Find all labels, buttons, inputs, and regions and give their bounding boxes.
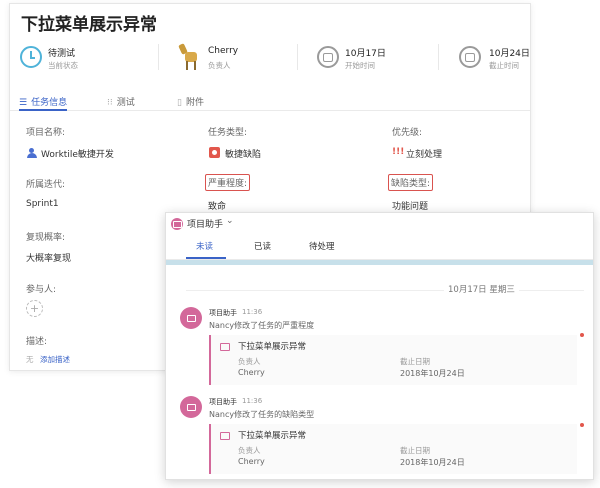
assistant-avatar xyxy=(180,396,202,418)
assignee-label: 负责人 xyxy=(208,61,231,70)
add-description-link[interactable]: 添加描述 xyxy=(40,354,70,365)
due-date-label: 截止时间 xyxy=(489,61,519,70)
card-due-label: 截止日期 xyxy=(400,446,430,455)
calendar-icon xyxy=(317,46,339,68)
calendar-check-icon xyxy=(459,46,481,68)
tab-attachments[interactable]: ▯ 附件 xyxy=(177,95,204,108)
description-label: 描述: xyxy=(26,337,48,347)
date-bar xyxy=(166,260,593,265)
card-due-label: 截止日期 xyxy=(400,357,430,366)
tabs-divider xyxy=(10,110,530,111)
status-label: 当前状态 xyxy=(48,61,78,70)
active-tab-indicator xyxy=(19,109,67,111)
start-date-value[interactable]: 10月17日 xyxy=(345,46,386,59)
mail-icon xyxy=(220,343,230,351)
project-label: 项目名称: xyxy=(26,128,66,138)
card-due-value: 2018年10月24日 xyxy=(400,458,465,467)
tab-pending[interactable]: 待处理 xyxy=(309,240,335,252)
chevron-down-icon[interactable]: ⌄ xyxy=(226,216,234,226)
assignee-name[interactable]: Cherry xyxy=(208,46,238,56)
task-card[interactable]: 下拉菜单展示异常 负责人 Cherry 截止日期 2018年10月24日 xyxy=(209,424,577,474)
project-value[interactable]: Worktile敏捷开发 xyxy=(41,147,114,160)
giraffe-avatar-icon xyxy=(178,42,204,72)
tab-read[interactable]: 已读 xyxy=(254,240,271,252)
iteration-label: 所属迭代: xyxy=(26,180,66,190)
bug-icon xyxy=(209,147,220,158)
priority-label: 优先级: xyxy=(392,128,423,138)
file-icon: ▯ xyxy=(177,98,182,108)
card-owner-label: 负责人 xyxy=(238,357,261,366)
message-sender: 项目助手 xyxy=(209,398,237,406)
task-title: 下拉菜单展示异常 xyxy=(21,15,157,35)
assistant-avatar xyxy=(180,307,202,329)
reproduce-label: 复现概率: xyxy=(26,233,66,243)
list-icon: ☰ xyxy=(19,98,28,108)
severity-label: 严重程度: xyxy=(205,174,251,191)
unread-dot xyxy=(580,423,584,427)
task-card[interactable]: 下拉菜单展示异常 负责人 Cherry 截止日期 2018年10月24日 xyxy=(209,335,577,385)
card-due-value: 2018年10月24日 xyxy=(400,369,465,378)
users-icon xyxy=(27,148,37,158)
message-time: 11:36 xyxy=(242,308,263,316)
due-date-value[interactable]: 10月24日 xyxy=(489,46,530,59)
message-time: 11:36 xyxy=(242,397,263,405)
test-icon: ⁝⁝ xyxy=(107,98,113,108)
message-sender: 项目助手 xyxy=(209,309,237,317)
card-title[interactable]: 下拉菜单展示异常 xyxy=(238,429,306,441)
start-date-label: 开始时间 xyxy=(345,61,375,70)
assistant-message-panel: 项目助手 ⌄ 未读 已读 待处理 10月17日 星期三 项目助手 11:36 N… xyxy=(165,212,594,480)
date-header: 10月17日 星期三 xyxy=(444,283,519,295)
participants-label: 参与人: xyxy=(26,285,57,295)
severity-value[interactable]: 致命 xyxy=(208,199,226,212)
assistant-title[interactable]: 项目助手 xyxy=(187,217,223,230)
mail-icon xyxy=(220,432,230,440)
status-value[interactable]: 待测试 xyxy=(48,46,75,59)
task-type-value[interactable]: 敏捷缺陷 xyxy=(225,147,261,160)
defect-type-label: 缺陷类型: xyxy=(388,174,434,191)
message-text: Nancy修改了任务的严重程度 xyxy=(209,321,315,330)
unread-dot xyxy=(580,333,584,337)
task-type-label: 任务类型: xyxy=(208,128,248,138)
assistant-icon xyxy=(171,218,183,230)
tab-task-info[interactable]: ☰ 任务信息 xyxy=(19,95,67,108)
description-empty-text: 无 xyxy=(26,355,34,364)
clock-icon xyxy=(20,46,42,68)
reproduce-value[interactable]: 大概率复现 xyxy=(26,251,71,264)
header-divider xyxy=(158,44,159,70)
date-divider xyxy=(186,290,584,291)
card-title[interactable]: 下拉菜单展示异常 xyxy=(238,340,306,352)
add-participant-button[interactable]: + xyxy=(26,300,43,317)
tab-unread[interactable]: 未读 xyxy=(196,240,213,252)
priority-urgent-icon: !!! xyxy=(392,147,405,157)
header-divider xyxy=(438,44,439,70)
message-text: Nancy修改了任务的缺陷类型 xyxy=(209,410,315,419)
priority-value[interactable]: 立刻处理 xyxy=(406,147,442,160)
card-owner-value: Cherry xyxy=(238,457,265,466)
iteration-value[interactable]: Sprint1 xyxy=(26,199,59,209)
tab-test[interactable]: ⁝⁝ 测试 xyxy=(107,95,135,108)
defect-type-value[interactable]: 功能问题 xyxy=(392,199,428,212)
header-divider xyxy=(297,44,298,70)
card-owner-label: 负责人 xyxy=(238,446,261,455)
card-owner-value: Cherry xyxy=(238,368,265,377)
